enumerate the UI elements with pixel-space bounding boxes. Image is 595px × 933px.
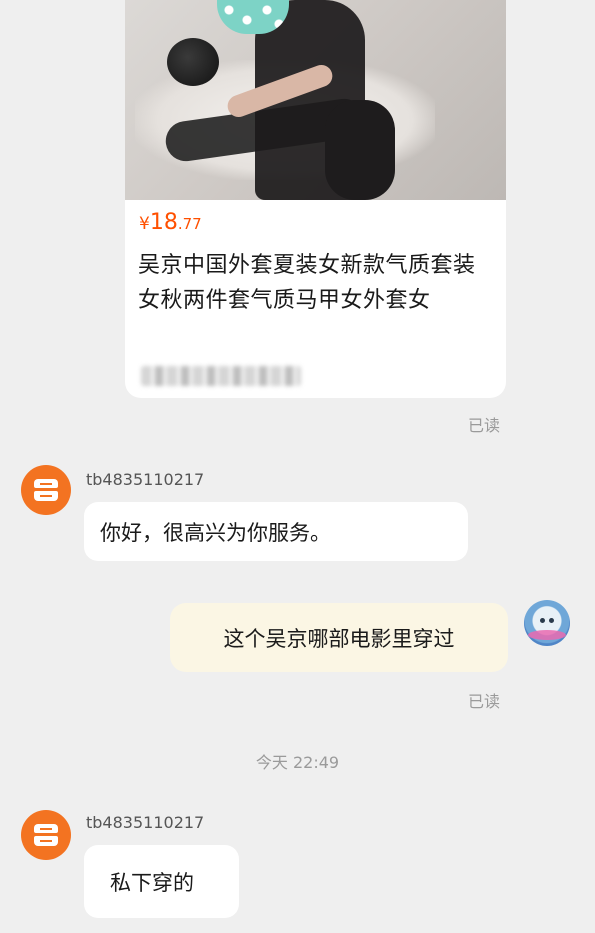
- timestamp-divider: 今天 22:49: [255, 753, 340, 772]
- product-title: 吴京中国外套夏装女新款气质套装女秋两件套气质马甲女外套女: [138, 253, 476, 313]
- figure-shape: [325, 100, 395, 200]
- cartoon-avatar-icon: [528, 630, 566, 640]
- store-icon: [34, 824, 58, 846]
- shop-avatar[interactable]: [21, 810, 71, 860]
- price-symbol: ¥: [139, 214, 150, 234]
- price-decimal: .77: [177, 215, 202, 233]
- message-bubble-incoming[interactable]: 私下穿的: [84, 845, 239, 918]
- product-image[interactable]: [125, 0, 506, 200]
- product-price: ¥18.77: [139, 210, 202, 235]
- sender-name: tb4835110217: [86, 470, 205, 489]
- sender-name: tb4835110217: [86, 813, 205, 832]
- shop-avatar[interactable]: [21, 465, 71, 515]
- read-receipt: 已读: [468, 416, 501, 435]
- store-icon: [34, 479, 58, 501]
- blurred-text: [141, 366, 301, 386]
- price-integer: 18: [149, 210, 178, 235]
- read-receipt: 已读: [468, 692, 501, 711]
- message-bubble-incoming[interactable]: 你好，很高兴为你服务。: [84, 502, 468, 561]
- message-bubble-outgoing[interactable]: 这个吴京哪部电影里穿过: [170, 603, 508, 672]
- user-avatar[interactable]: [524, 600, 570, 646]
- rose-shape: [167, 38, 219, 86]
- product-card[interactable]: ¥18.77 吴京中国外套夏装女新款气质套装女秋两件套气质马甲女外套女: [125, 0, 506, 398]
